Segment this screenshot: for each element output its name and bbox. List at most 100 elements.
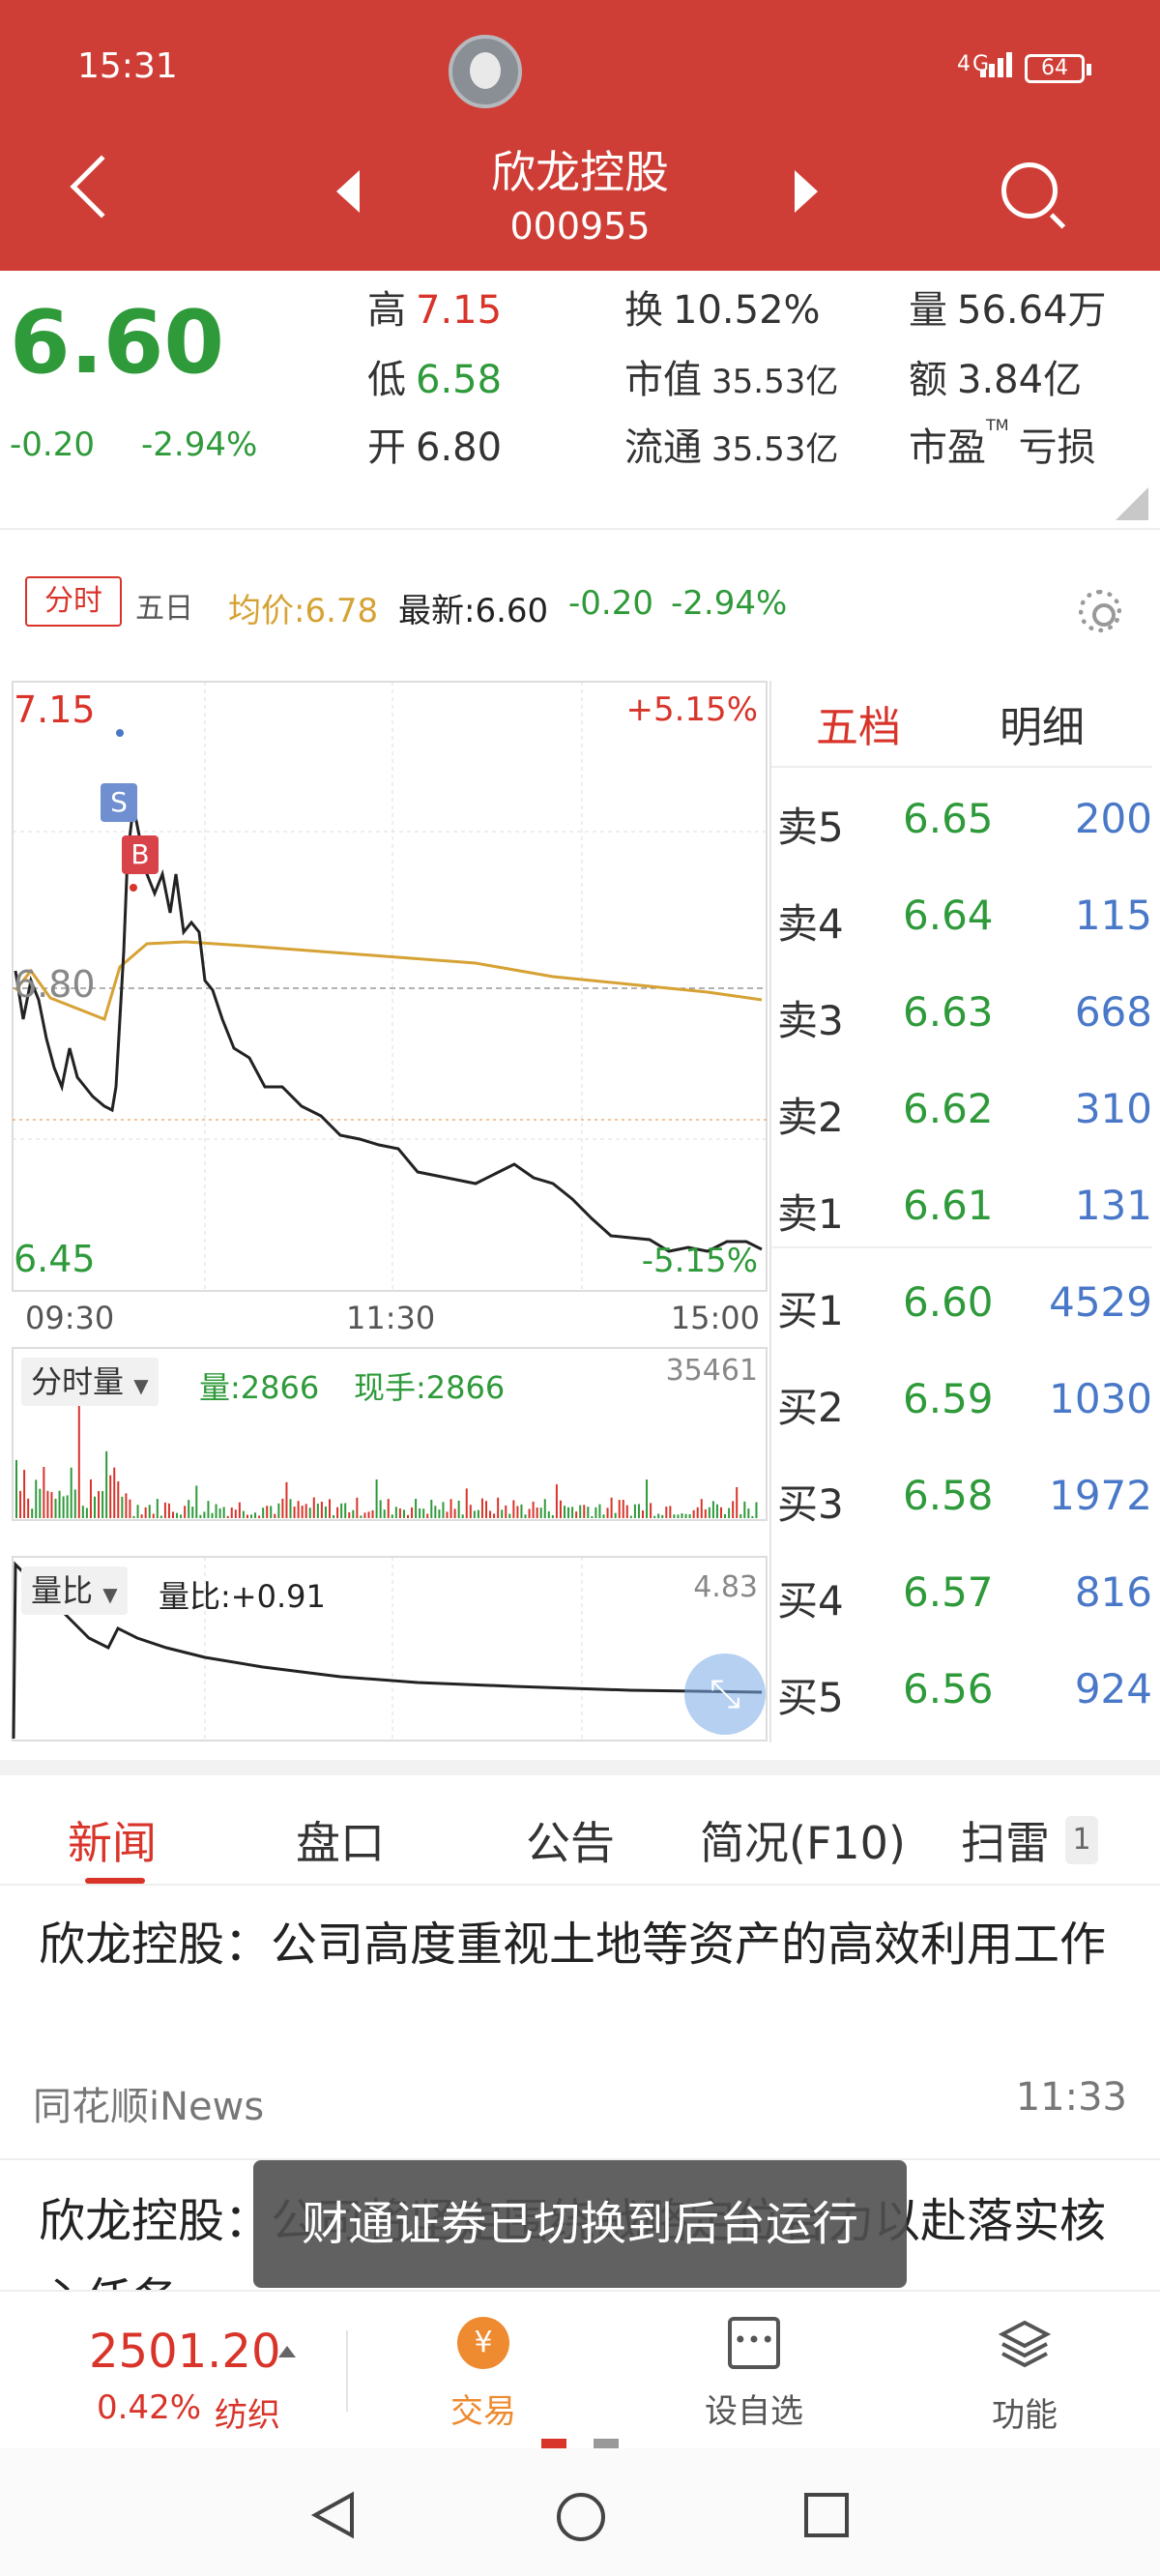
index-value[interactable]: 2501.20	[89, 2325, 281, 2379]
volume-bar	[497, 1497, 500, 1518]
volume-bar	[594, 1507, 597, 1518]
nav-functions[interactable]: 功能	[947, 2317, 1102, 2436]
volume-bar	[551, 1514, 554, 1518]
quote-label: 高	[367, 288, 406, 333]
y-min-label: 6.45	[14, 1238, 96, 1280]
volume-bar	[755, 1502, 758, 1518]
volume-bar	[289, 1499, 292, 1518]
volume-bar	[184, 1506, 187, 1518]
volume-bar	[704, 1508, 707, 1518]
volume-bar	[469, 1505, 472, 1518]
quote-value: 6.80	[416, 425, 503, 470]
volume-bar	[450, 1499, 452, 1518]
volume-bar	[215, 1504, 218, 1518]
tab-market-depth[interactable]: 盘口	[296, 1808, 385, 1872]
current-hand-value: 现手:2866	[354, 1369, 506, 1406]
volume-bar	[692, 1509, 695, 1518]
volume-bar	[571, 1507, 574, 1518]
intraday-chart[interactable]: S B 7.15 +5.15% 6.80 6.45 -5.15% 09:30 1…	[12, 681, 768, 1742]
volume-bar	[539, 1508, 542, 1518]
next-arrow-icon[interactable]	[795, 170, 818, 213]
volume-bar	[375, 1479, 378, 1518]
tab-profile[interactable]: 简况(F10)	[700, 1808, 906, 1872]
settings-gear-icon[interactable]	[1079, 590, 1121, 632]
volume-bar	[732, 1501, 735, 1518]
bid-row: 买4 6.57 816	[771, 1541, 1152, 1638]
volume-indicator-select[interactable]: 分时量 ▼	[21, 1358, 159, 1406]
volume-bar	[195, 1485, 198, 1518]
quote-value: 35.53亿	[711, 430, 839, 469]
quote-label: 市盈	[909, 425, 986, 470]
volume-bar	[329, 1499, 331, 1518]
sell-marker[interactable]: S	[101, 783, 137, 822]
page-indicator	[594, 2439, 619, 2448]
quote-label: 换	[624, 288, 663, 333]
prev-arrow-icon[interactable]	[336, 170, 360, 213]
quote-value: 56.64万	[957, 288, 1107, 333]
volume-bar	[681, 1513, 683, 1518]
volume-bar	[543, 1499, 546, 1518]
ask-row: 卖1 6.61 131	[771, 1155, 1152, 1251]
volume-bar	[591, 1515, 594, 1518]
ask-label: 卖4	[777, 900, 844, 948]
volume-bar	[125, 1493, 128, 1518]
x-tick-label: 15:00	[670, 1300, 760, 1336]
bid-volume: 924	[1074, 1665, 1152, 1712]
volume-bar	[457, 1500, 460, 1518]
nav-add-watchlist[interactable]: ••• 设自选	[677, 2317, 831, 2432]
y-ref-label: 6.80	[14, 963, 96, 1006]
volume-bar	[226, 1515, 229, 1518]
tab-five-day[interactable]: 五日	[135, 584, 193, 627]
volume-bar	[203, 1511, 206, 1518]
volume-bar	[270, 1506, 273, 1518]
volume-bar	[391, 1514, 393, 1518]
quote-value: 7.15	[416, 288, 503, 333]
news-title: 欣龙控股：公司高度重视土地等资产的高效利用工作	[39, 1917, 1107, 1972]
nav-home-icon[interactable]	[555, 2491, 607, 2543]
x-tick-label: 09:30	[25, 1300, 115, 1336]
volume-bar	[207, 1501, 210, 1518]
bid-label: 买5	[777, 1674, 844, 1721]
volume-bar	[700, 1499, 703, 1518]
volume-bar	[89, 1478, 92, 1518]
ask-volume: 115	[1074, 892, 1152, 939]
nav-back-icon[interactable]	[309, 2491, 358, 2539]
news-item[interactable]: 欣龙控股：公司高度重视土地等资产的高效利用工作 同花顺iNews 11:33	[0, 1886, 1160, 2160]
volume-bar	[281, 1498, 284, 1518]
volume-bar	[532, 1501, 535, 1518]
nav-recent-icon[interactable]	[802, 2491, 851, 2539]
volume-bar	[371, 1509, 374, 1518]
volume-bar	[344, 1503, 347, 1518]
tab-details[interactable]: 明细	[1000, 692, 1085, 754]
volume-bar	[81, 1506, 84, 1518]
expand-icon[interactable]: ⤡	[684, 1654, 766, 1735]
back-icon[interactable]	[70, 155, 133, 219]
volume-bar	[665, 1507, 668, 1518]
volume-bar	[646, 1479, 649, 1518]
quote-pe: 市盈TM 亏损	[909, 416, 1096, 472]
tab-five-levels[interactable]: 五档	[816, 692, 901, 754]
search-icon[interactable]	[1001, 162, 1058, 219]
volume-bar	[109, 1475, 112, 1518]
ratio-indicator-select[interactable]: 量比 ▼	[21, 1566, 128, 1615]
volume-bar	[176, 1512, 179, 1518]
chevron-down-icon: ▼	[133, 1374, 149, 1397]
ratio-max-label: 4.83	[693, 1570, 758, 1604]
nav-trade[interactable]: ¥ 交易	[406, 2317, 561, 2432]
volume-bar	[70, 1467, 72, 1518]
tab-news[interactable]: 新闻	[68, 1808, 157, 1872]
battery-icon: 64	[1025, 54, 1091, 83]
buy-marker[interactable]: B	[122, 835, 159, 874]
latest-change-pct: -2.94%	[671, 584, 788, 623]
tab-announcements[interactable]: 公告	[526, 1808, 615, 1872]
ask-volume: 131	[1074, 1182, 1152, 1229]
volume-bar	[411, 1507, 414, 1518]
volume-bar	[46, 1490, 49, 1518]
volume-bar	[637, 1504, 640, 1518]
price-change: -0.20	[10, 425, 95, 464]
expand-corner-icon[interactable]	[1116, 487, 1148, 520]
volume-bar	[148, 1505, 151, 1518]
volume-bar	[387, 1499, 390, 1518]
tab-intraday[interactable]: 分时	[25, 576, 122, 627]
tab-risk-scan[interactable]: 扫雷	[961, 1808, 1050, 1872]
